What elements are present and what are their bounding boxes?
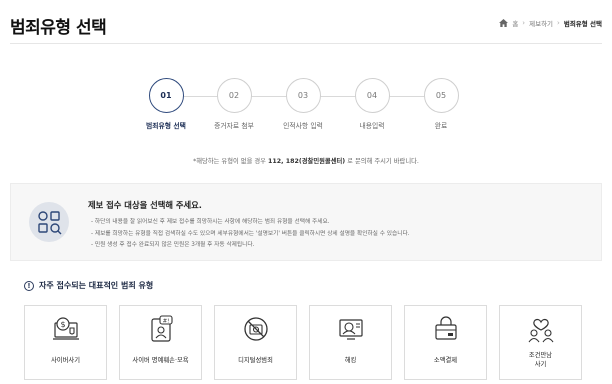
card-digital-sex-crime[interactable]: 디지털성범죄 (214, 305, 297, 380)
breadcrumb-report[interactable]: 제보하기 (529, 18, 553, 28)
notice-suffix: 로 문의해 주시기 바랍니다. (345, 158, 419, 165)
guide-box: 제보 접수 대상을 선택해 주세요. 하단의 내용을 잘 읽어보신 후 제보 접… (10, 183, 602, 261)
popular-section-title: ! 자주 접수되는 대표적인 범죄 유형 (24, 280, 153, 291)
cyber-defamation-icon: #! (151, 315, 173, 342)
card-label: 사이버 명예훼손·모욕 (132, 357, 189, 364)
dating-scam-icon (528, 318, 554, 343)
micropayment-icon (435, 316, 457, 340)
step-3: 03 인적사항 입력 (263, 78, 343, 130)
card-micropayment[interactable]: 소액결제 (404, 305, 487, 380)
step-label: 완료 (434, 122, 448, 130)
step-number: 03 (285, 78, 321, 113)
notice-prefix: *해당하는 유형이 없을 경우 (193, 158, 268, 165)
svg-text:#!: #! (163, 319, 170, 325)
breadcrumb-separator-icon: › (557, 19, 560, 27)
header-divider (10, 43, 602, 44)
guide-item: 제보를 희망하는 유형을 직접 검색하실 수도 있으며 세부유형에서는 '설명보… (91, 229, 410, 241)
page-title: 범죄유형 선택 (10, 18, 107, 38)
card-label: 해킹 (344, 357, 357, 364)
card-label-line1: 조건만남 (528, 352, 553, 359)
exclamation-icon: ! (24, 280, 34, 291)
svg-text:$: $ (60, 320, 65, 329)
breadcrumb: 홈 › 제보하기 › 범죄유형 선택 (499, 18, 602, 28)
step-number: 02 (216, 78, 252, 113)
popular-title-text: 자주 접수되는 대표적인 범죄 유형 (39, 281, 154, 290)
breadcrumb-separator-icon: › (522, 19, 526, 27)
step-label: 증거자료 첨부 (214, 122, 254, 130)
digital-sex-crime-icon (244, 317, 268, 341)
notice-phone: 112, 182(경찰민원콜센터) (267, 158, 346, 165)
step-indicator: 01 범죄유형 선택 02 증거자료 첨부 03 인적사항 입력 04 내용입력… (0, 78, 612, 138)
card-dating-scam[interactable]: 조건만남 사기 (499, 305, 582, 380)
step-number: 04 (354, 78, 390, 113)
guide-item: 하단의 내용을 잘 읽어보신 후 제보 접수를 희망하시는 사항에 해당하는 범… (91, 217, 409, 229)
card-hacking[interactable]: 해킹 (309, 305, 392, 380)
contact-notice: *해당하는 유형이 없을 경우 112, 182(경찰민원콜센터) 로 문의해 … (0, 156, 612, 165)
guide-item: 민원 생성 후 접수 완료되지 않은 민원은 3개월 후 자동 삭제됩니다. (91, 240, 409, 252)
breadcrumb-current: 범죄유형 선택 (563, 20, 602, 28)
cyber-fraud-icon: $ (53, 317, 79, 340)
card-cyber-defamation[interactable]: #! 사이버 명예훼손·모욕 (119, 305, 202, 380)
guide-heading: 제보 접수 대상을 선택해 주세요. (88, 200, 202, 210)
card-cyber-fraud[interactable]: $ 사이버사기 (24, 305, 107, 380)
card-label: 소액결제 (433, 357, 458, 364)
step-number: 05 (423, 78, 459, 113)
breadcrumb-home[interactable]: 홈 (512, 18, 518, 28)
card-label: 조건만남 사기 (500, 351, 581, 369)
category-select-icon (29, 202, 69, 242)
step-4: 04 내용입력 (332, 78, 412, 130)
step-5: 05 완료 (401, 78, 481, 130)
step-label: 내용입력 (359, 122, 385, 130)
card-label: 사이버사기 (51, 357, 80, 364)
guide-list: 하단의 내용을 잘 읽어보신 후 제보 접수를 희망하시는 사항에 해당하는 범… (91, 217, 410, 252)
card-label: 디지털성범죄 (238, 357, 273, 364)
hacking-icon (339, 319, 363, 340)
step-number: 01 (148, 78, 184, 113)
card-label-line2: 사기 (534, 361, 547, 368)
home-icon[interactable] (499, 19, 509, 27)
step-2: 02 증거자료 첨부 (194, 78, 274, 130)
step-label: 인적사항 입력 (283, 122, 323, 130)
